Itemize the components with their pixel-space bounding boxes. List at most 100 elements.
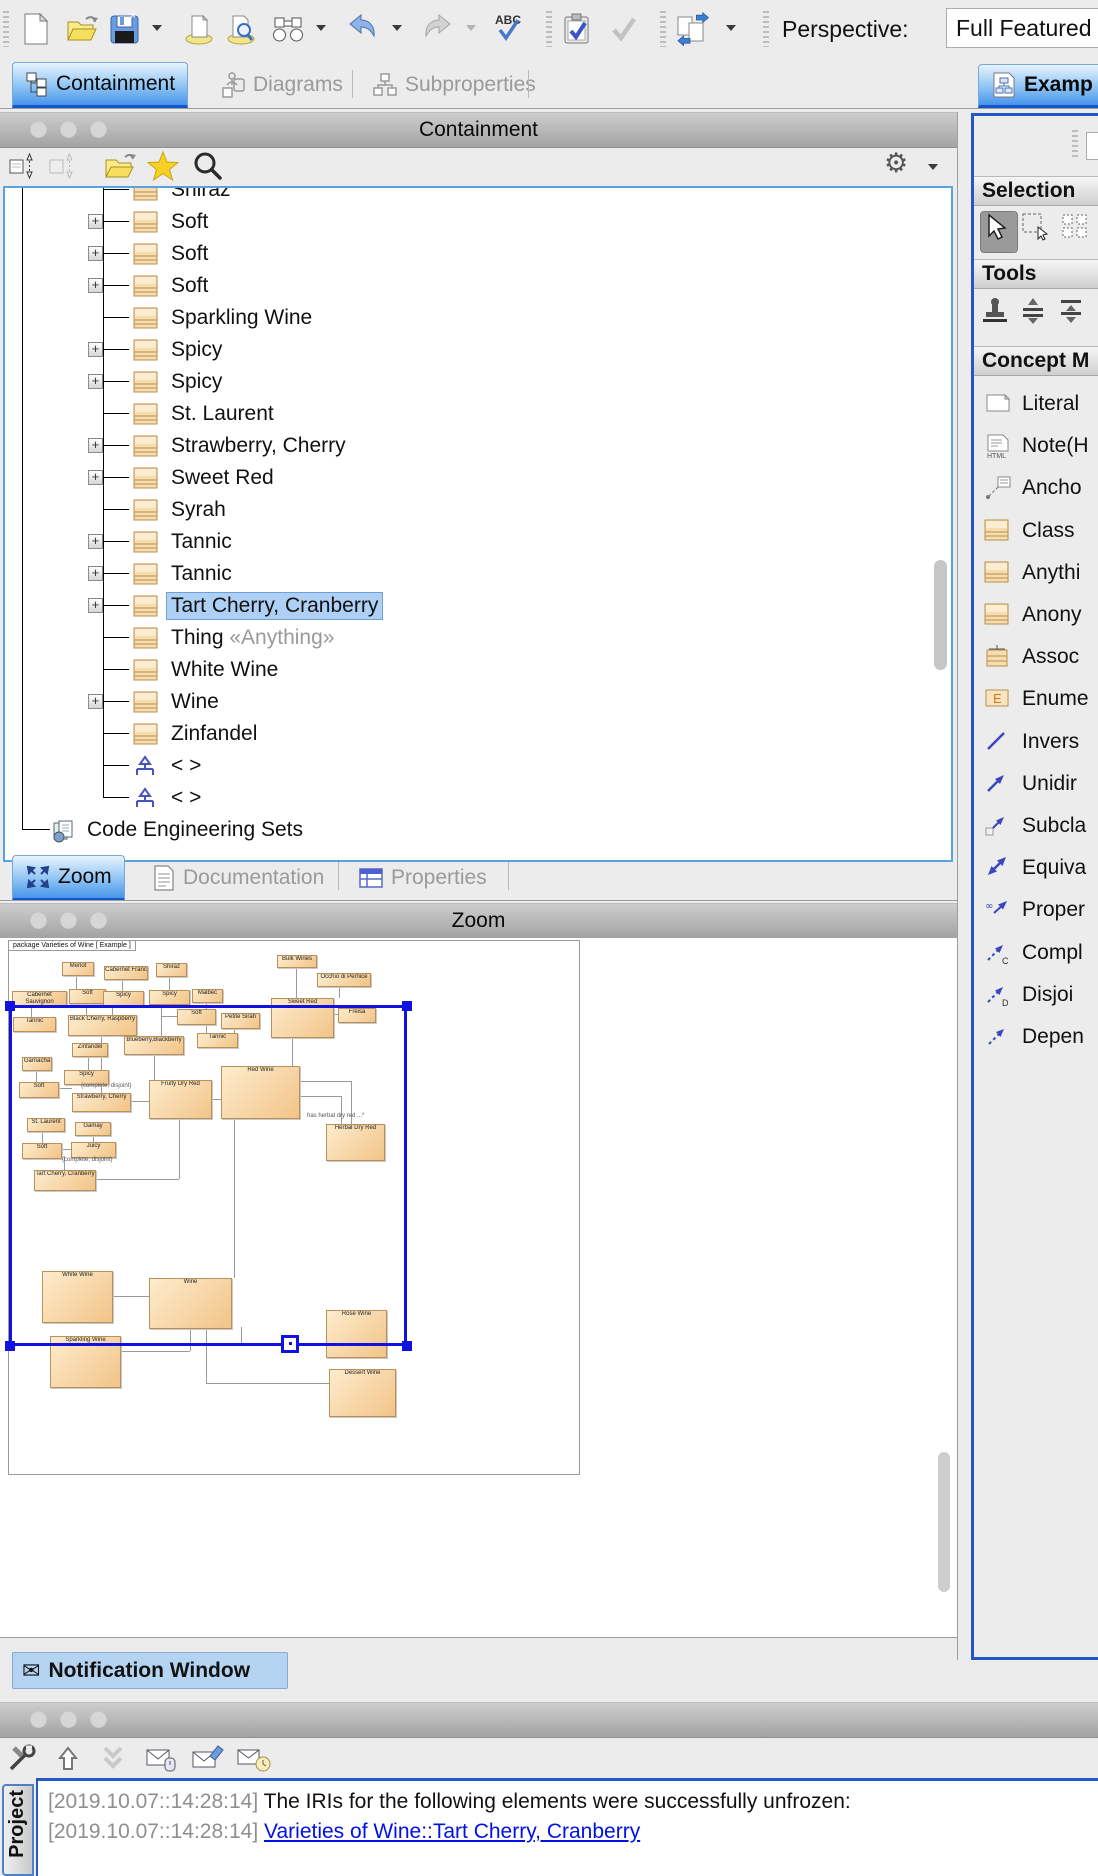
favorites-star-icon[interactable] bbox=[146, 150, 180, 182]
diagram-class-box[interactable]: Merlot bbox=[62, 962, 94, 976]
zoom-viewport-rect[interactable] bbox=[9, 1005, 407, 1346]
tree-expand-button[interactable]: + bbox=[88, 470, 103, 485]
palette-item-depen[interactable]: Depen bbox=[974, 1017, 1098, 1059]
section-selection[interactable]: Selection bbox=[974, 176, 1098, 206]
settings-gear-icon[interactable]: ⚙ bbox=[884, 150, 908, 177]
tree-item-label[interactable]: Thing «Anything» bbox=[171, 626, 334, 650]
palette-item-anythi[interactable]: Anythi bbox=[974, 553, 1098, 595]
diagram-class-box[interactable]: Spicy bbox=[149, 990, 190, 1005]
palette-item-disjoi[interactable]: DDisjoi bbox=[974, 975, 1098, 1017]
collapse-icon[interactable] bbox=[8, 150, 42, 184]
section-tools[interactable]: Tools bbox=[974, 259, 1098, 289]
stamp-icon[interactable] bbox=[980, 296, 1014, 332]
tree-item-label[interactable]: Code Engineering Sets bbox=[87, 818, 303, 842]
validate-icon[interactable] bbox=[560, 12, 594, 46]
tree-item-sparkling-wine[interactable]: Sparkling Wine bbox=[5, 302, 951, 334]
zoom-panel-header[interactable]: Zoom bbox=[0, 903, 957, 939]
commit-check-icon[interactable] bbox=[608, 12, 640, 44]
marquee-select-icon[interactable] bbox=[1020, 211, 1056, 251]
tree-item--[interactable]: < > bbox=[5, 782, 951, 814]
tree-item-label[interactable]: < > bbox=[171, 754, 201, 778]
redo-icon[interactable] bbox=[420, 12, 456, 44]
tree-item-strawberry-cherry[interactable]: +Strawberry, Cherry bbox=[5, 430, 951, 462]
toolbar-grip[interactable] bbox=[763, 11, 769, 47]
palette-item-ancho[interactable]: Ancho bbox=[974, 468, 1098, 510]
dropdown-caret-icon[interactable] bbox=[152, 25, 162, 31]
tab-properties[interactable]: Properties bbox=[346, 855, 499, 901]
distribute-vertical-icon[interactable] bbox=[1056, 296, 1090, 332]
diagram-class-box[interactable]: Malbec bbox=[192, 989, 223, 1003]
dropdown-caret-icon[interactable] bbox=[316, 25, 326, 31]
containment-tree[interactable]: Shiraz+Soft+Soft+SoftSparkling Wine+Spic… bbox=[3, 186, 953, 862]
perspective-select[interactable]: Full Featured bbox=[946, 8, 1098, 48]
print-preview-icon[interactable] bbox=[224, 12, 258, 46]
tree-item-label[interactable]: Spicy bbox=[171, 370, 222, 394]
dropdown-caret-icon[interactable] bbox=[466, 25, 476, 31]
tree-expand-button[interactable]: + bbox=[88, 374, 103, 389]
tree-item-spicy[interactable]: + Spicy bbox=[5, 366, 951, 398]
notification-console[interactable]: [2019.10.07::14:28:14] The IRIs for the … bbox=[36, 1778, 1098, 1876]
tree-item-zinfandel[interactable]: Zinfandel bbox=[5, 718, 951, 750]
tree-item-syrah[interactable]: Syrah bbox=[5, 494, 951, 526]
palette-item-note-h[interactable]: HTMLNote(H bbox=[974, 426, 1098, 468]
sync-icon[interactable] bbox=[674, 12, 712, 46]
tree-scrollbar[interactable] bbox=[934, 560, 947, 670]
tree-item-label[interactable]: < > bbox=[171, 786, 201, 810]
tab-subproperties[interactable]: Subproperties bbox=[360, 62, 548, 108]
tree-item-label[interactable]: Soft bbox=[171, 242, 208, 266]
tab-diagrams[interactable]: Diagrams bbox=[208, 62, 355, 108]
tree-item-tannic[interactable]: +Tannic bbox=[5, 558, 951, 590]
palette-item-anony[interactable]: Anony bbox=[974, 595, 1098, 637]
tree-item-tart-cherry-cranberry[interactable]: + Tart Cherry, Cranberry bbox=[5, 590, 951, 622]
tab-containment[interactable]: Containment bbox=[12, 62, 188, 108]
partial-button[interactable] bbox=[1086, 132, 1098, 160]
palette-item-proper[interactable]: ∞Proper bbox=[974, 890, 1098, 932]
save-icon[interactable]: * bbox=[108, 12, 142, 46]
tree-item-code-engineering-sets[interactable]: Code Engineering Sets bbox=[5, 814, 951, 846]
tree-item-spicy[interactable]: +Spicy bbox=[5, 334, 951, 366]
tree-item-thing[interactable]: Thing «Anything» bbox=[5, 622, 951, 654]
tree-item-soft[interactable]: + Soft bbox=[5, 270, 951, 302]
palette-item-equiva[interactable]: Equiva bbox=[974, 848, 1098, 890]
tab-zoom[interactable]: Zoom bbox=[12, 855, 125, 901]
dropdown-caret-icon[interactable] bbox=[392, 25, 402, 31]
tree-item-label[interactable]: Soft bbox=[171, 274, 208, 298]
multi-select-icon[interactable] bbox=[1060, 211, 1096, 251]
diagram-overview-thumbnail[interactable]: package Varieties of Wine [ Example ]Mer… bbox=[8, 940, 580, 1475]
tree-expand-button[interactable]: + bbox=[88, 598, 103, 613]
tree-item--[interactable]: < > bbox=[5, 750, 951, 782]
open-project-icon[interactable] bbox=[64, 12, 100, 46]
mail-clock-icon[interactable] bbox=[236, 1742, 272, 1774]
tree-item-label[interactable]: Strawberry, Cherry bbox=[171, 434, 346, 458]
tree-expand-button[interactable]: + bbox=[88, 246, 103, 261]
toolbar-grip[interactable] bbox=[660, 11, 666, 47]
window-button[interactable] bbox=[30, 1711, 47, 1728]
tree-item-label[interactable]: Spicy bbox=[171, 338, 222, 362]
selection-handle[interactable] bbox=[5, 1001, 15, 1011]
tree-expand-button[interactable]: + bbox=[88, 566, 103, 581]
tree-expand-button[interactable]: + bbox=[88, 278, 103, 293]
console-element-link[interactable]: Varieties of Wine::Tart Cherry, Cranberr… bbox=[264, 1820, 640, 1843]
tree-item-tannic[interactable]: +Tannic bbox=[5, 526, 951, 558]
toolbar-grip[interactable] bbox=[546, 11, 552, 47]
window-button[interactable] bbox=[60, 1711, 77, 1728]
tree-item-sweet-red[interactable]: +Sweet Red bbox=[5, 462, 951, 494]
search-icon[interactable] bbox=[192, 150, 224, 182]
distribute-horizontal-icon[interactable] bbox=[1018, 296, 1052, 332]
tree-item-label[interactable]: Tart Cherry, Cranberry bbox=[166, 592, 383, 620]
selection-handle[interactable] bbox=[5, 1341, 15, 1351]
tree-item-label[interactable]: Zinfandel bbox=[171, 722, 257, 746]
zoom-scrollbar[interactable] bbox=[938, 1452, 950, 1592]
palette-item-invers[interactable]: Invers bbox=[974, 722, 1098, 764]
undo-icon[interactable] bbox=[344, 12, 380, 44]
tree-item-shiraz[interactable]: Shiraz bbox=[5, 186, 951, 206]
palette-item-literal[interactable]: Literal bbox=[974, 384, 1098, 426]
chevron-down-icon[interactable] bbox=[98, 1742, 128, 1772]
viewport-drag-handle[interactable] bbox=[281, 1335, 299, 1353]
toolbar-grip[interactable] bbox=[3, 11, 9, 47]
selection-handle[interactable] bbox=[402, 1341, 412, 1351]
diagram-class-box[interactable]: Bulk Wines bbox=[277, 955, 317, 968]
tree-item-label[interactable]: Tannic bbox=[171, 530, 232, 554]
diagram-class-box[interactable]: Cabernet Franc bbox=[104, 966, 148, 980]
palette-item-compl[interactable]: CCompl bbox=[974, 933, 1098, 975]
